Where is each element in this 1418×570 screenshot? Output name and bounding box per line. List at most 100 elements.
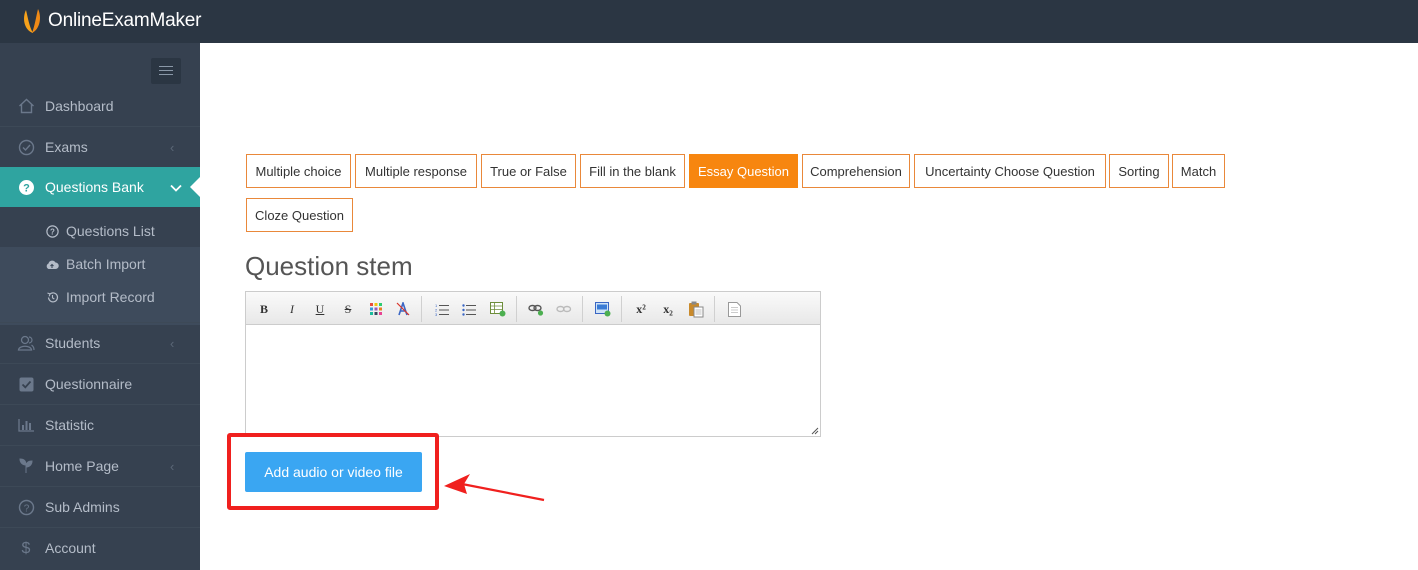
sidebar-item-questions-bank[interactable]: ? Questions Bank <box>0 167 200 207</box>
tab-uncertainty-choose-question[interactable]: Uncertainty Choose Question <box>914 154 1106 188</box>
unordered-list-button[interactable] <box>460 300 478 318</box>
brand-name: OnlineExamMaker <box>48 10 202 31</box>
sidebar-item-label: Home Page <box>45 458 119 474</box>
dollar-icon: $ <box>17 539 35 557</box>
bullet-list-icon <box>462 303 476 316</box>
sidebar-item-sub-admins[interactable]: ? Sub Admins <box>0 486 200 527</box>
chevron-left-icon: ‹ <box>170 335 175 351</box>
brand-logo[interactable]: OnlineExamMaker <box>20 5 201 37</box>
checkbox-icon <box>17 375 35 393</box>
tab-cloze-question[interactable]: Cloze Question <box>246 198 353 232</box>
color-grid-icon <box>370 303 382 315</box>
sidebar-item-dashboard[interactable]: Dashboard <box>0 85 200 126</box>
unlink-icon <box>556 305 572 312</box>
editor-toolbar: B I U S 123 x² x₂ <box>246 292 820 325</box>
sidebar-subitem-batch-import[interactable]: Batch Import <box>0 248 200 280</box>
document-icon <box>727 301 741 317</box>
subscript-button[interactable]: x₂ <box>659 300 677 318</box>
text-color-button[interactable] <box>367 300 385 318</box>
sidebar-item-label: Students <box>45 335 101 351</box>
italic-button[interactable]: I <box>283 300 301 318</box>
chevron-left-icon: ‹ <box>170 139 175 155</box>
cloud-upload-icon <box>45 257 59 271</box>
link-icon <box>528 304 544 316</box>
sidebar-item-label: Statistic <box>45 417 95 433</box>
sidebar-item-exams[interactable]: Exams ‹ <box>0 126 200 167</box>
table-icon <box>490 301 506 316</box>
users-icon <box>17 334 35 352</box>
question-circle-icon: ? <box>17 498 35 516</box>
svg-text:?: ? <box>23 182 30 194</box>
leaf-icon <box>17 457 35 475</box>
sidebar-item-home-page[interactable]: Home Page ‹ <box>0 445 200 486</box>
superscript-button[interactable]: x² <box>632 300 650 318</box>
tab-match[interactable]: Match <box>1172 154 1225 188</box>
numbered-list-icon: 123 <box>435 303 449 316</box>
sidebar-item-account[interactable]: $ Account <box>0 527 200 568</box>
tab-sorting[interactable]: Sorting <box>1109 154 1169 188</box>
remove-format-button[interactable] <box>394 300 412 318</box>
sidebar-item-label: Dashboard <box>45 97 114 114</box>
toolbar-separator <box>714 296 715 322</box>
font-format-icon <box>396 302 410 316</box>
sidebar-toggle-button[interactable] <box>151 58 181 84</box>
tab-multiple-response[interactable]: Multiple response <box>355 154 477 188</box>
ordered-list-button[interactable]: 123 <box>433 300 451 318</box>
sidebar-item-label: Account <box>45 540 96 556</box>
toolbar-separator <box>582 296 583 322</box>
top-bar: OnlineExamMaker <box>0 0 1418 43</box>
annotation-arrow-icon <box>444 474 545 502</box>
insert-link-button[interactable] <box>527 300 545 318</box>
svg-text:?: ? <box>50 227 55 236</box>
clipboard-icon <box>689 301 704 317</box>
insert-table-button[interactable] <box>489 300 507 318</box>
svg-text:3: 3 <box>435 312 438 316</box>
questions-bank-submenu: ? Questions List Batch Import Import Rec… <box>0 215 200 325</box>
add-audio-video-button[interactable]: Add audio or video file <box>245 452 422 492</box>
toolbar-separator <box>516 296 517 322</box>
strikethrough-button[interactable]: S <box>339 300 357 318</box>
tab-essay-question[interactable]: Essay Question <box>689 154 798 188</box>
svg-text:$: $ <box>22 540 31 557</box>
check-circle-icon <box>17 138 35 156</box>
source-button[interactable] <box>725 300 743 318</box>
image-icon <box>595 301 611 316</box>
history-icon <box>45 290 59 304</box>
logo-icon <box>24 9 40 33</box>
toolbar-separator <box>621 296 622 322</box>
chevron-down-icon <box>170 180 182 195</box>
question-circle-icon: ? <box>45 224 59 238</box>
question-circle-icon: ? <box>17 178 35 196</box>
bold-button[interactable]: B <box>255 300 273 318</box>
rich-text-editor: B I U S 123 x² x₂ <box>245 291 821 437</box>
chevron-left-icon: ‹ <box>170 458 175 474</box>
sidebar-item-statistic[interactable]: Statistic <box>0 404 200 445</box>
sidebar-subitem-label: Import Record <box>66 289 155 305</box>
resize-handle-icon[interactable] <box>811 427 819 435</box>
tab-comprehension[interactable]: Comprehension <box>802 154 910 188</box>
sidebar-item-label: Sub Admins <box>45 499 120 515</box>
editor-content-area[interactable] <box>246 326 820 436</box>
active-indicator <box>190 177 200 197</box>
sidebar-subitem-label: Batch Import <box>66 256 146 272</box>
sidebar-subitem-questions-list[interactable]: ? Questions List <box>0 215 200 247</box>
sidebar-item-label: Exams <box>45 139 88 155</box>
insert-image-button[interactable] <box>594 300 612 318</box>
sidebar-item-label: Questionnaire <box>45 376 133 392</box>
tab-true-or-false[interactable]: True or False <box>481 154 576 188</box>
sidebar: Dashboard Exams ‹ ? Questions Bank ? Que… <box>0 43 200 570</box>
toolbar-separator <box>421 296 422 322</box>
question-stem-title: Question stem <box>245 251 413 281</box>
svg-text:?: ? <box>23 503 29 514</box>
sidebar-item-label: Questions Bank <box>45 179 144 195</box>
home-icon <box>17 97 35 115</box>
underline-button[interactable]: U <box>311 300 329 318</box>
sidebar-item-questionnaire[interactable]: Questionnaire <box>0 363 200 404</box>
sidebar-subitem-label: Questions List <box>66 223 155 239</box>
paste-button[interactable] <box>687 300 705 318</box>
tab-multiple-choice[interactable]: Multiple choice <box>246 154 351 188</box>
tab-fill-in-the-blank[interactable]: Fill in the blank <box>580 154 685 188</box>
sidebar-subitem-import-record[interactable]: Import Record <box>0 281 200 313</box>
sidebar-item-students[interactable]: Students ‹ <box>0 322 200 363</box>
unlink-button[interactable] <box>555 300 573 318</box>
